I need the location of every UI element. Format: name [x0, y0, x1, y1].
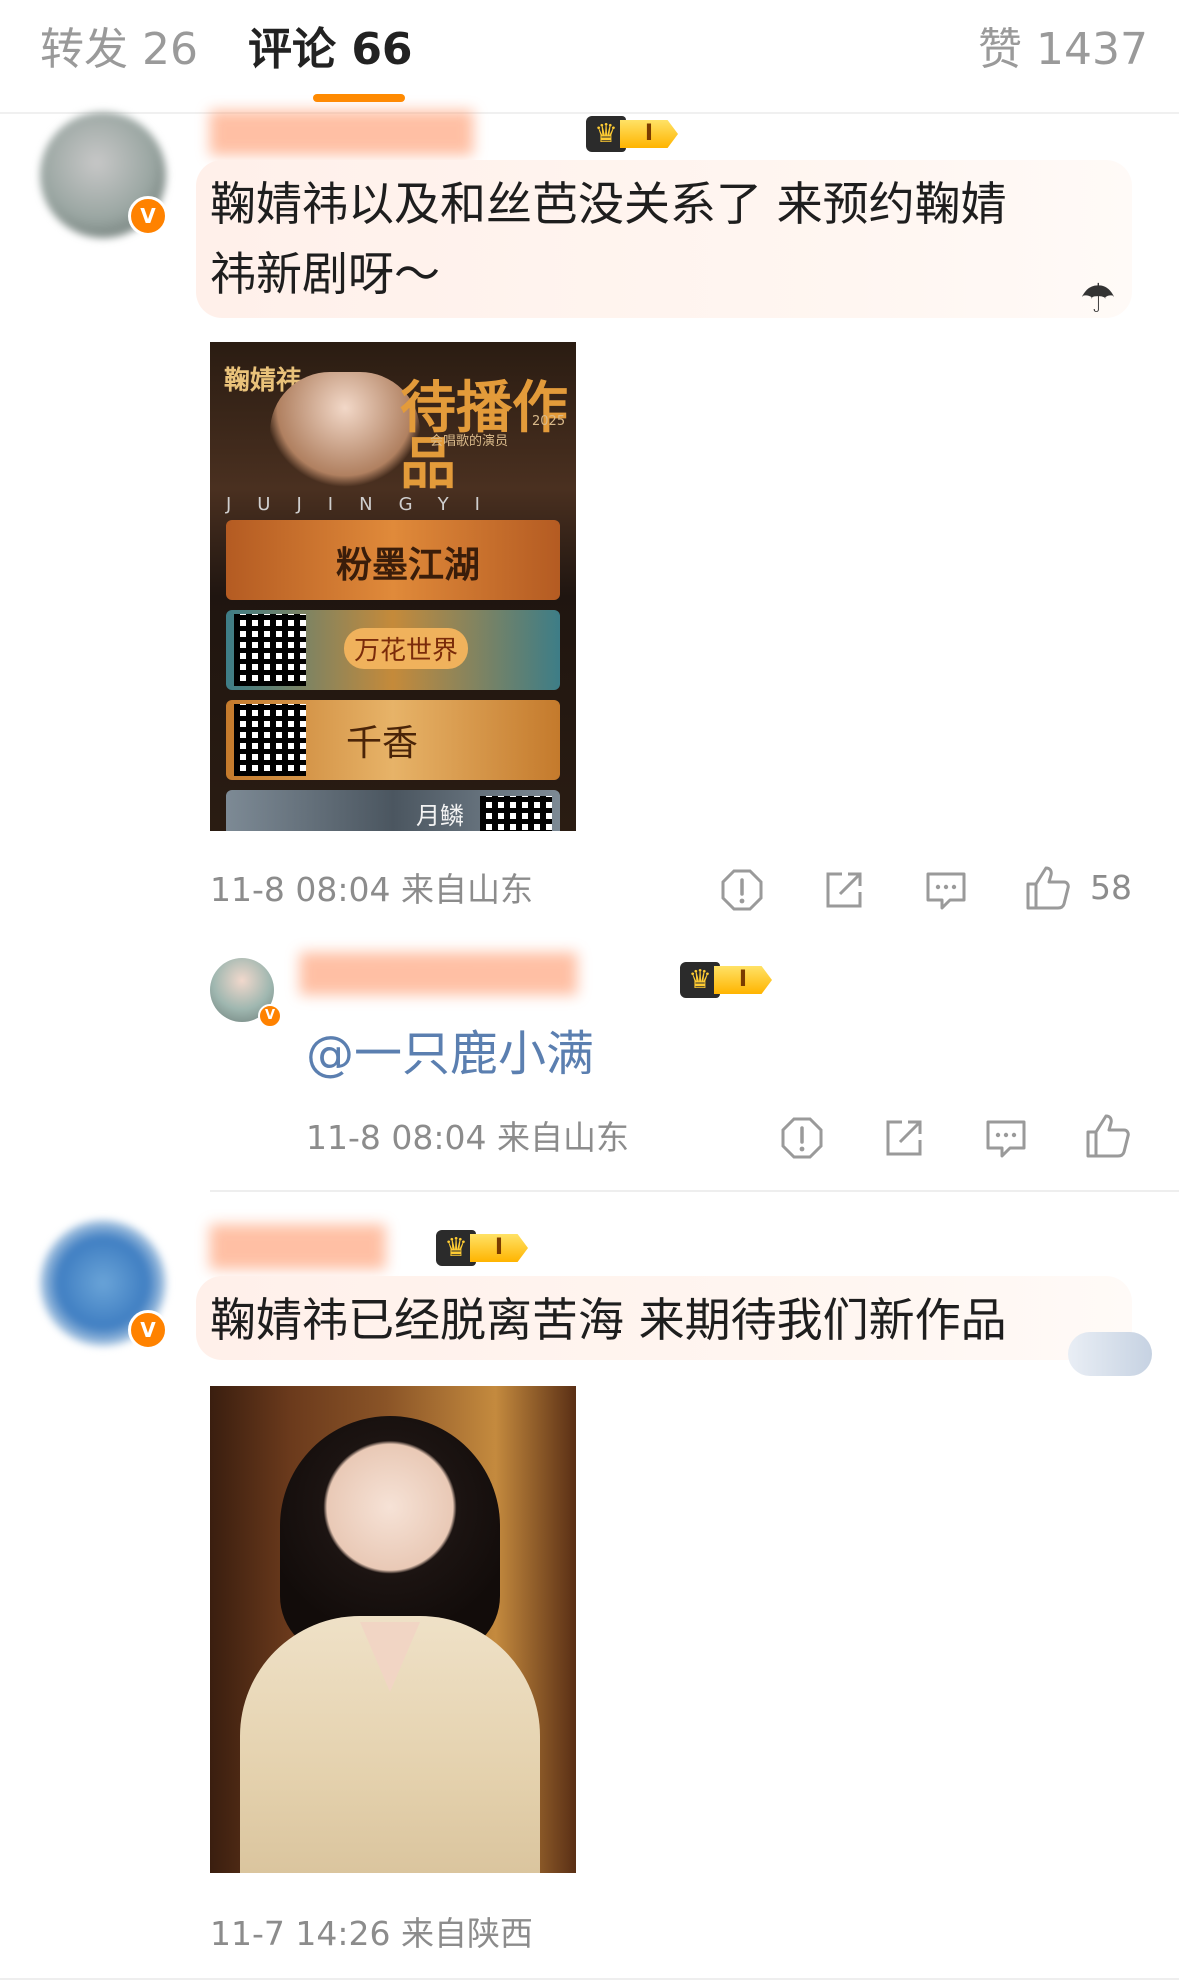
level-badge: ♛ I: [436, 1230, 532, 1266]
like-icon[interactable]: [1084, 1112, 1132, 1160]
tab-comments[interactable]: 评论 66: [248, 22, 413, 78]
comment-icon[interactable]: [984, 1116, 1028, 1160]
poster-work-title: 万花世界: [344, 628, 469, 669]
report-icon[interactable]: [780, 1116, 824, 1160]
verified-icon: V: [258, 1004, 282, 1028]
tab-bar: 转发 26 评论 66 赞 1437: [0, 0, 1179, 114]
comment-meta: 11-8 08:04 来自山东: [210, 870, 533, 909]
verified-icon: V: [128, 196, 168, 236]
poster-work-row: 月鳞: [226, 790, 560, 831]
username-blurred[interactable]: ██████: [210, 1222, 385, 1272]
bottom-divider: [0, 1978, 1179, 1980]
poster-work-row: 粉墨江湖: [226, 520, 560, 600]
poster-work-row: 千香: [226, 700, 560, 780]
reply-meta: 11-8 08:04 来自山东: [306, 1118, 629, 1157]
level-badge: ♛ I: [586, 116, 682, 152]
qr-code: [480, 796, 552, 831]
comment-icon[interactable]: [924, 868, 968, 912]
bubble-decoration-icon: [1068, 1332, 1152, 1376]
like-count: 58: [1090, 868, 1132, 907]
qr-code: [234, 704, 306, 776]
poster-year: 2025: [532, 414, 566, 429]
poster-work-row: 万花世界: [226, 610, 560, 690]
reply-username-blurred[interactable]: ██████████: [300, 950, 577, 1000]
share-icon[interactable]: [882, 1116, 926, 1160]
poster-work-title: 粉墨江湖: [336, 544, 481, 586]
bubble-decoration-icon: ☂: [1080, 276, 1116, 322]
comment-text-continued: 祎新剧呀～: [210, 247, 440, 301]
like-icon[interactable]: [1024, 864, 1072, 912]
tab-likes[interactable]: 赞 1437: [978, 22, 1148, 78]
poster-figure: [270, 372, 420, 492]
qr-code: [234, 614, 306, 686]
comment-image-poster[interactable]: 鞠婧祎 待播作品 会唱歌的演员 2025 JUJINGYI 粉墨江湖 万花世界 …: [210, 342, 576, 831]
comment-image-photo[interactable]: [210, 1386, 576, 1873]
verified-icon: V: [128, 1310, 168, 1350]
poster-work-title: 月鳞: [416, 802, 464, 830]
comment-meta: 11-7 14:26 来自陕西: [210, 1914, 533, 1953]
username-blurred[interactable]: █████████: [210, 108, 473, 158]
report-icon[interactable]: [720, 868, 764, 912]
poster-subtitle: 会唱歌的演员: [430, 434, 509, 449]
comment-text: 鞠婧祎已经脱离苦海 来期待我们新作品: [210, 1293, 1007, 1347]
poster-work-title: 千香: [346, 723, 419, 764]
tab-repost[interactable]: 转发 26: [40, 22, 198, 78]
share-icon[interactable]: [822, 868, 866, 912]
active-tab-indicator: [313, 94, 405, 102]
comment-divider: [210, 1190, 1179, 1192]
mention-link[interactable]: @一只鹿小满: [306, 1022, 594, 1086]
poster-letters: JUJINGYI: [226, 494, 506, 515]
level-badge: ♛ I: [680, 962, 776, 998]
comment-text: 鞠婧祎以及和丝芭没关系了 来预约鞠婧: [210, 177, 1007, 231]
